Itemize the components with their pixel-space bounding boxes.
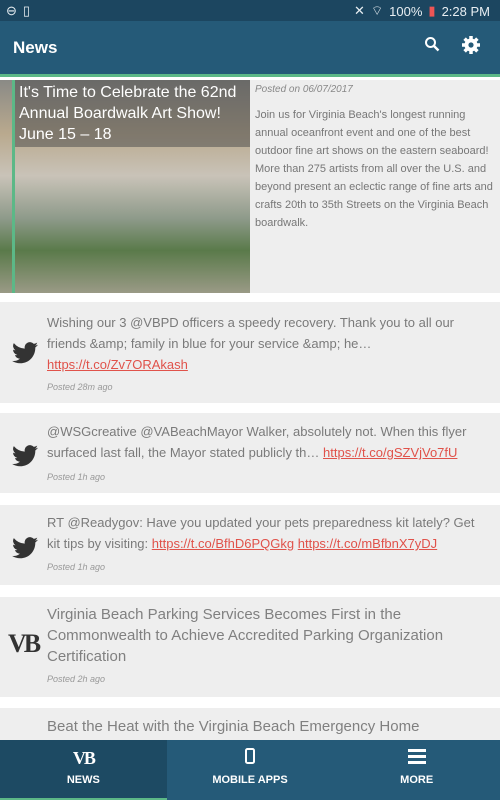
featured-photo: It's Time to Celebrate the 62nd Annual B… <box>0 80 250 293</box>
accent-divider <box>0 74 500 77</box>
battery-level: 100% <box>389 3 423 19</box>
featured-title: It's Time to Celebrate the 62nd Annual B… <box>15 80 250 147</box>
list-item[interactable]: RT @Readygov: Have you updated your pets… <box>0 505 500 585</box>
menu-icon <box>333 748 500 770</box>
phone-icon <box>167 748 334 770</box>
posted-time: Posted 28m ago <box>47 382 113 392</box>
twitter-icon <box>12 445 38 472</box>
list-item[interactable]: @WSGcreative @VABeachMayor Walker, absol… <box>0 413 500 493</box>
posted-time: Posted 1h ago <box>47 472 106 482</box>
clock: 2:28 PM <box>441 3 490 19</box>
vb-logo: VB <box>8 629 41 658</box>
featured-body: Join us for Virginia Beach's longest run… <box>255 109 493 229</box>
tweet-link[interactable]: https://t.co/BfhD6PQGkg <box>152 536 294 551</box>
featured-news-card[interactable]: It's Time to Celebrate the 62nd Annual B… <box>0 80 500 293</box>
gear-icon[interactable] <box>461 35 481 60</box>
device-icon: ▯ <box>22 3 31 18</box>
tweet-text: Wishing our 3 @VBPD officers a speedy re… <box>47 315 454 372</box>
list-item[interactable]: Wishing our 3 @VBPD officers a speedy re… <box>0 302 500 403</box>
tab-more[interactable]: MORE <box>333 740 500 800</box>
tab-label: MOBILE APPS <box>212 774 288 786</box>
news-headline: Virginia Beach Parking Services Becomes … <box>47 606 444 665</box>
tweet-text: @WSGcreative @VABeachMayor Walker, absol… <box>47 424 467 460</box>
bottom-nav: VB NEWS MOBILE APPS MORE <box>0 740 500 800</box>
app-bar: News <box>0 21 500 74</box>
tab-news[interactable]: VB NEWS <box>0 740 167 800</box>
posted-time: Posted 2h ago <box>47 674 106 684</box>
twitter-icon <box>12 342 38 369</box>
tweet-link[interactable]: https://t.co/gSZVjVo7fU <box>323 445 457 460</box>
status-bar: ⊖ ▯ ✕ ⌔ 100% ▮ 2:28 PM <box>0 0 500 21</box>
tab-label: NEWS <box>66 774 100 786</box>
tweet-link[interactable]: https://t.co/mBfbnX7yDJ <box>298 536 437 551</box>
posted-time: Posted 1h ago <box>47 562 106 572</box>
news-headline: Beat the Heat with the Virginia Beach Em… <box>47 718 420 735</box>
mute-icon: ✕ <box>354 3 365 18</box>
tweet-link[interactable]: https://t.co/Zv7ORAkash <box>47 357 188 372</box>
vb-logo: VB <box>72 748 96 768</box>
wifi-icon: ⌔ <box>370 3 384 18</box>
tab-mobile-apps[interactable]: MOBILE APPS <box>167 740 334 800</box>
dnd-icon: ⊖ <box>6 3 17 18</box>
battery-icon: ▮ <box>428 3 436 18</box>
search-icon[interactable] <box>424 36 440 57</box>
list-item[interactable]: VB Virginia Beach Parking Services Becom… <box>0 597 500 697</box>
page-title: News <box>13 38 58 57</box>
featured-date: Posted on 06/07/2017 <box>255 84 353 95</box>
tweet-text: RT @Readygov: Have you updated your pets… <box>47 515 475 551</box>
tab-label: MORE <box>400 774 434 786</box>
twitter-icon <box>12 537 38 564</box>
